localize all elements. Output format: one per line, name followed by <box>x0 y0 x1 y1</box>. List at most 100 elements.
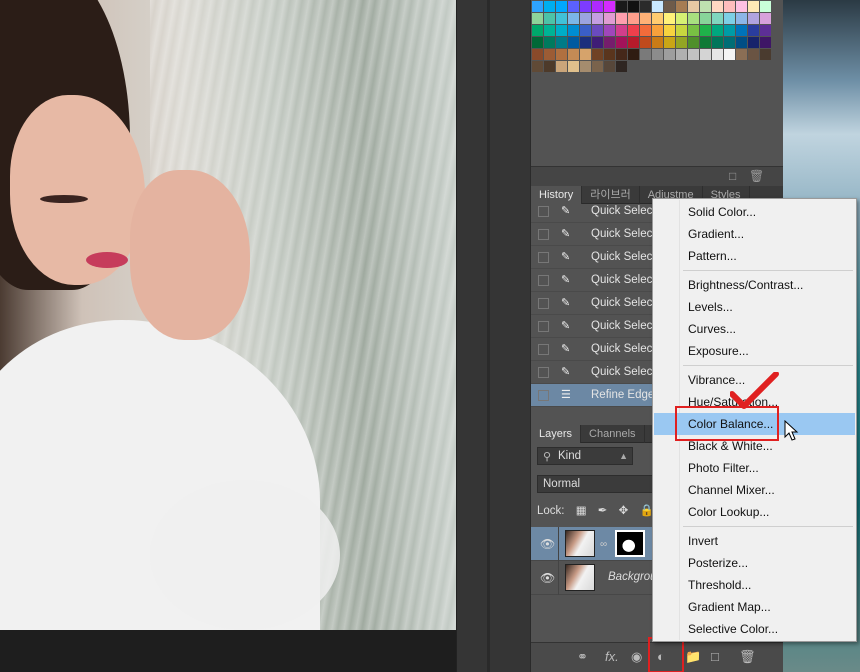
color-swatch[interactable] <box>640 1 651 12</box>
color-swatch[interactable] <box>616 25 627 36</box>
color-swatch[interactable] <box>628 1 639 12</box>
color-swatch[interactable] <box>544 25 555 36</box>
color-swatch[interactable] <box>532 61 543 72</box>
layer-kind-filter[interactable]: ⚲ Kind ▲ <box>537 447 633 465</box>
menu-item-levels[interactable]: Levels... <box>654 296 855 318</box>
dock-divider[interactable] <box>487 0 490 672</box>
color-swatch[interactable] <box>616 61 627 72</box>
color-swatch[interactable] <box>604 37 615 48</box>
menu-item-pattern[interactable]: Pattern... <box>654 245 855 267</box>
history-snapshot-checkbox[interactable] <box>538 321 549 332</box>
history-snapshot-checkbox[interactable] <box>538 252 549 263</box>
color-swatch[interactable] <box>544 61 555 72</box>
menu-item-brightness-contrast[interactable]: Brightness/Contrast... <box>654 274 855 296</box>
color-swatch[interactable] <box>628 49 639 60</box>
color-swatch[interactable] <box>700 25 711 36</box>
history-snapshot-checkbox[interactable] <box>538 390 549 401</box>
color-swatch[interactable] <box>712 49 723 60</box>
color-swatch[interactable] <box>640 37 651 48</box>
menu-item-exposure[interactable]: Exposure... <box>654 340 855 362</box>
color-swatch[interactable] <box>652 25 663 36</box>
color-swatch[interactable] <box>700 37 711 48</box>
menu-item-gradient-map[interactable]: Gradient Map... <box>654 596 855 618</box>
color-swatch[interactable] <box>712 1 723 12</box>
color-swatch[interactable] <box>688 13 699 24</box>
color-swatch[interactable] <box>580 49 591 60</box>
color-swatch[interactable] <box>604 13 615 24</box>
color-swatch[interactable] <box>580 1 591 12</box>
color-swatch[interactable] <box>568 61 579 72</box>
color-swatch[interactable] <box>592 61 603 72</box>
tab-channels[interactable]: Channels <box>581 425 645 443</box>
color-swatch[interactable] <box>652 1 663 12</box>
new-layer-icon[interactable]: □ <box>711 649 719 664</box>
menu-item-curves[interactable]: Curves... <box>654 318 855 340</box>
color-swatch[interactable] <box>604 61 615 72</box>
color-swatch[interactable] <box>748 37 759 48</box>
color-swatch[interactable] <box>760 49 771 60</box>
color-swatch[interactable] <box>556 49 567 60</box>
visibility-eye-icon[interactable]: 👁 <box>540 571 555 585</box>
color-swatch[interactable] <box>652 37 663 48</box>
lock-move-icon[interactable]: ✥ <box>619 505 629 517</box>
color-swatch[interactable] <box>664 25 675 36</box>
color-swatch[interactable] <box>724 37 735 48</box>
color-swatch[interactable] <box>556 25 567 36</box>
color-swatch[interactable] <box>736 25 747 36</box>
color-swatch[interactable] <box>664 37 675 48</box>
lock-transparent-icon[interactable]: ▦ <box>576 505 587 517</box>
color-swatch[interactable] <box>628 37 639 48</box>
color-swatch[interactable] <box>580 37 591 48</box>
color-swatch[interactable] <box>532 13 543 24</box>
color-swatch[interactable] <box>688 25 699 36</box>
fx-icon[interactable]: fx. <box>605 649 619 664</box>
menu-item-posterize[interactable]: Posterize... <box>654 552 855 574</box>
color-swatch[interactable] <box>676 13 687 24</box>
color-swatch[interactable] <box>688 49 699 60</box>
color-swatch[interactable] <box>748 13 759 24</box>
color-swatch[interactable] <box>556 37 567 48</box>
color-swatch[interactable] <box>556 1 567 12</box>
history-snapshot-checkbox[interactable] <box>538 298 549 309</box>
color-swatch[interactable] <box>628 13 639 24</box>
color-swatch[interactable] <box>700 1 711 12</box>
color-swatch[interactable] <box>688 1 699 12</box>
color-swatch[interactable] <box>640 25 651 36</box>
menu-item-color-lookup[interactable]: Color Lookup... <box>654 501 855 523</box>
color-swatch[interactable] <box>700 13 711 24</box>
color-swatch[interactable] <box>712 13 723 24</box>
color-swatch[interactable] <box>544 1 555 12</box>
color-swatch[interactable] <box>592 13 603 24</box>
color-swatch[interactable] <box>592 37 603 48</box>
mask-link-icon[interactable]: ∞ <box>600 539 607 550</box>
menu-item-invert[interactable]: Invert <box>654 530 855 552</box>
new-group-icon[interactable]: 📁 <box>685 649 701 665</box>
visibility-eye-icon[interactable]: 👁 <box>540 537 555 551</box>
color-swatch[interactable] <box>544 37 555 48</box>
color-swatch[interactable] <box>592 25 603 36</box>
color-swatch[interactable] <box>616 49 627 60</box>
menu-item-selective-color[interactable]: Selective Color... <box>654 618 855 640</box>
delete-layer-icon[interactable]: 🗑 <box>739 649 756 665</box>
color-swatch[interactable] <box>664 49 675 60</box>
color-swatch[interactable] <box>748 25 759 36</box>
color-swatch[interactable] <box>604 49 615 60</box>
layer-mask-thumbnail[interactable] <box>615 530 645 557</box>
color-swatch[interactable] <box>676 25 687 36</box>
color-swatch[interactable] <box>664 13 675 24</box>
color-swatch[interactable] <box>652 49 663 60</box>
color-swatch[interactable] <box>556 61 567 72</box>
color-swatch[interactable] <box>592 1 603 12</box>
menu-item-solid-color[interactable]: Solid Color... <box>654 201 855 223</box>
color-swatch[interactable] <box>760 1 771 12</box>
history-snapshot-checkbox[interactable] <box>538 275 549 286</box>
color-swatch[interactable] <box>532 49 543 60</box>
color-swatch[interactable] <box>700 49 711 60</box>
color-swatch[interactable] <box>532 1 543 12</box>
history-snapshot-checkbox[interactable] <box>538 344 549 355</box>
color-swatch[interactable] <box>568 25 579 36</box>
color-swatch[interactable] <box>580 61 591 72</box>
color-swatch[interactable] <box>628 25 639 36</box>
color-swatch[interactable] <box>568 13 579 24</box>
color-swatch[interactable] <box>568 49 579 60</box>
